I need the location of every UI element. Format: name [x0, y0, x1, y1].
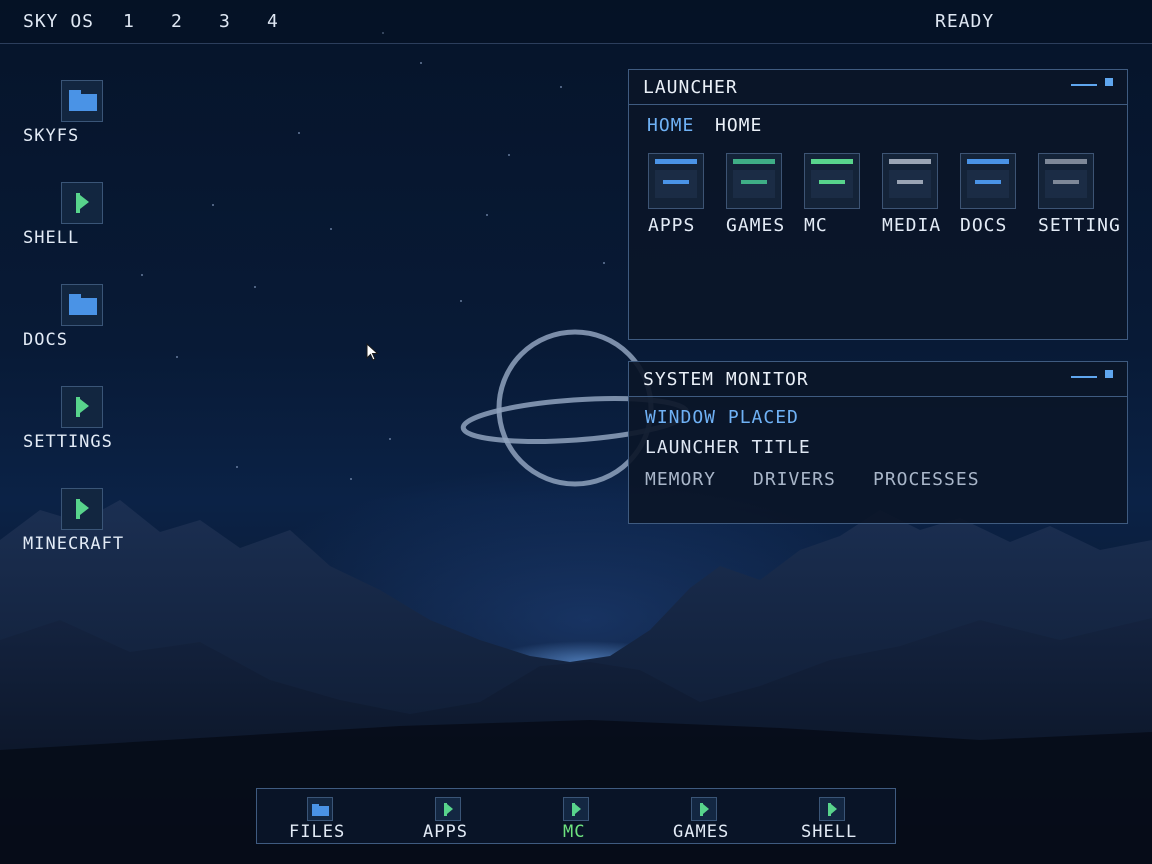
workspace-4[interactable]: 4: [267, 11, 279, 32]
desktop-icon-label: SETTINGS: [23, 432, 113, 452]
window-title: SYSTEM MONITOR: [643, 369, 809, 390]
launcher-item-label: SETTING: [1038, 215, 1121, 236]
dock-item-label: APPS: [423, 822, 468, 842]
tab-processes[interactable]: PROCESSES: [873, 469, 980, 490]
launcher-item-mc[interactable]: MC: [804, 153, 880, 243]
desktop-icon-minecraft[interactable]: MINECRAFT: [23, 488, 163, 572]
launcher-item-media[interactable]: MEDIA: [882, 153, 958, 243]
dock-item-label: MC: [563, 822, 586, 842]
breadcrumb-home-root[interactable]: HOME: [647, 115, 694, 136]
minimize-icon[interactable]: [1071, 376, 1097, 378]
media-icon: [882, 153, 938, 209]
flag-icon: [563, 797, 589, 821]
flag-icon: [435, 797, 461, 821]
dock-item-shell[interactable]: SHELL: [801, 797, 891, 842]
desktop-icon-label: MINECRAFT: [23, 534, 125, 554]
desktop-icon-shell[interactable]: SHELL: [23, 182, 163, 266]
tab-drivers[interactable]: DRIVERS: [753, 469, 836, 490]
launcher-item-games[interactable]: GAMES: [726, 153, 802, 243]
flag-icon: [819, 797, 845, 821]
launcher-item-label: MEDIA: [882, 215, 942, 236]
dock: FILES APPS MC GAMES SHELL: [256, 788, 896, 844]
workspace-2[interactable]: 2: [171, 11, 183, 32]
dock-item-apps[interactable]: APPS: [423, 797, 513, 842]
launcher-item-setting[interactable]: SETTING: [1038, 153, 1124, 243]
desktop-icon-settings[interactable]: SETTINGS: [23, 386, 163, 470]
launcher-item-label: DOCS: [960, 215, 1008, 236]
flag-icon: [61, 488, 103, 530]
launcher-item-label: GAMES: [726, 215, 786, 236]
launcher-item-label: MC: [804, 215, 828, 236]
dock-item-files[interactable]: FILES: [289, 797, 379, 842]
top-bar: SKY OS 1 2 3 4 READY: [0, 0, 1152, 44]
dock-item-mc[interactable]: MC: [563, 797, 653, 842]
flag-icon: [61, 386, 103, 428]
dock-item-label: SHELL: [801, 822, 858, 842]
flag-icon: [61, 182, 103, 224]
tab-memory[interactable]: MEMORY: [645, 469, 716, 490]
dock-item-label: FILES: [289, 822, 346, 842]
docs-icon: [960, 153, 1016, 209]
setting-icon: [1038, 153, 1094, 209]
monitor-info-line: LAUNCHER TITLE: [645, 437, 811, 458]
launcher-item-docs[interactable]: DOCS: [960, 153, 1036, 243]
dock-item-games[interactable]: GAMES: [673, 797, 763, 842]
launcher-item-apps[interactable]: APPS: [648, 153, 724, 243]
desktop-icon-label: DOCS: [23, 330, 68, 350]
maximize-icon[interactable]: [1105, 370, 1113, 378]
launcher-item-label: APPS: [648, 215, 696, 236]
games-icon: [726, 153, 782, 209]
desktop-icon-label: SKYFS: [23, 126, 80, 146]
workspace-1[interactable]: 1: [123, 11, 135, 32]
mouse-cursor-icon: [366, 343, 379, 361]
breadcrumb-home-current: HOME: [715, 115, 763, 136]
folder-icon: [61, 284, 103, 326]
workspace-3[interactable]: 3: [219, 11, 231, 32]
minimize-icon[interactable]: [1071, 84, 1097, 86]
mc-icon: [804, 153, 860, 209]
launcher-window: LAUNCHER HOME HOME APPS GAMES MC MEDIA D…: [628, 69, 1128, 340]
system-monitor-titlebar[interactable]: SYSTEM MONITOR: [629, 362, 1127, 397]
maximize-icon[interactable]: [1105, 78, 1113, 86]
window-title: LAUNCHER: [643, 77, 738, 98]
apps-icon: [648, 153, 704, 209]
dock-item-label: GAMES: [673, 822, 730, 842]
desktop-icon-label: SHELL: [23, 228, 80, 248]
status-text: READY: [935, 11, 995, 32]
desktop-icon-skyfs[interactable]: SKYFS: [23, 80, 163, 164]
folder-icon: [61, 80, 103, 122]
os-name[interactable]: SKY OS: [23, 11, 94, 32]
desktop-icon-docs[interactable]: DOCS: [23, 284, 163, 368]
launcher-titlebar[interactable]: LAUNCHER: [629, 70, 1127, 105]
system-monitor-window: SYSTEM MONITOR WINDOW PLACED LAUNCHER TI…: [628, 361, 1128, 524]
folder-icon: [307, 797, 333, 821]
monitor-status-line: WINDOW PLACED: [645, 407, 799, 428]
flag-icon: [691, 797, 717, 821]
